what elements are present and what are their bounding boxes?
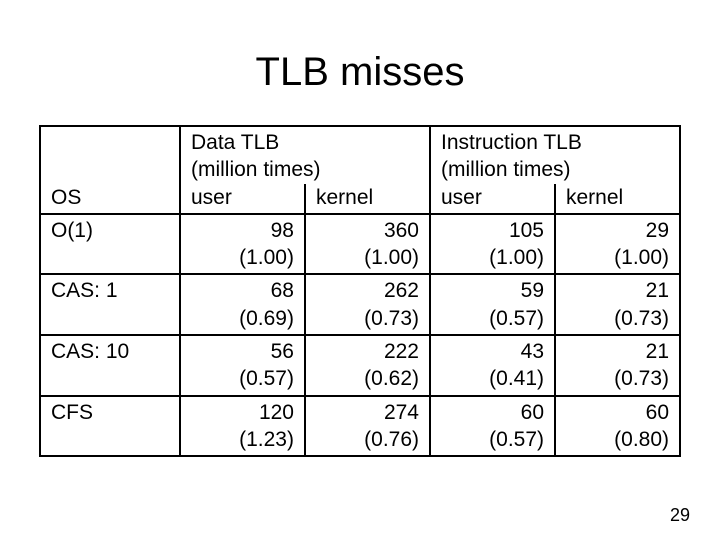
header-row-1: Data TLB(million times) Instruction TLB(…: [40, 126, 680, 184]
page-number: 29: [670, 505, 690, 526]
header-data-user: user: [180, 184, 305, 214]
cell: 98(1.00): [180, 214, 305, 275]
cell: 360(1.00): [305, 214, 430, 275]
slide-title: TLB misses: [30, 50, 690, 95]
header-data-kernel: kernel: [305, 184, 430, 214]
row-os: O(1): [40, 214, 180, 275]
header-instr-tlb: Instruction TLB(million times): [430, 126, 680, 184]
header-instr-kernel: kernel: [555, 184, 680, 214]
cell: 21(0.73): [555, 335, 680, 396]
table-row: CAS: 1 68(0.69) 262(0.73) 59(0.57) 21(0.…: [40, 274, 680, 335]
cell: 274(0.76): [305, 396, 430, 457]
cell: 43(0.41): [430, 335, 555, 396]
header-os-blank: [40, 126, 180, 184]
header-os: OS: [40, 184, 180, 214]
cell: 21(0.73): [555, 274, 680, 335]
tlb-table: Data TLB(million times) Instruction TLB(…: [39, 125, 681, 457]
cell: 60(0.80): [555, 396, 680, 457]
cell: 68(0.69): [180, 274, 305, 335]
table-row: O(1) 98(1.00) 360(1.00) 105(1.00) 29(1.0…: [40, 214, 680, 275]
cell: 262(0.73): [305, 274, 430, 335]
header-instr-user: user: [430, 184, 555, 214]
table-row: CFS 120(1.23) 274(0.76) 60(0.57) 60(0.80…: [40, 396, 680, 457]
cell: 29(1.00): [555, 214, 680, 275]
header-row-2: OS user kernel user kernel: [40, 184, 680, 214]
cell: 105(1.00): [430, 214, 555, 275]
table-row: CAS: 10 56(0.57) 222(0.62) 43(0.41) 21(0…: [40, 335, 680, 396]
slide: TLB misses Data TLB(million times) Instr…: [0, 0, 720, 540]
row-os: CAS: 1: [40, 274, 180, 335]
row-os: CFS: [40, 396, 180, 457]
cell: 59(0.57): [430, 274, 555, 335]
row-os: CAS: 10: [40, 335, 180, 396]
cell: 222(0.62): [305, 335, 430, 396]
cell: 56(0.57): [180, 335, 305, 396]
cell: 120(1.23): [180, 396, 305, 457]
cell: 60(0.57): [430, 396, 555, 457]
header-data-tlb: Data TLB(million times): [180, 126, 430, 184]
